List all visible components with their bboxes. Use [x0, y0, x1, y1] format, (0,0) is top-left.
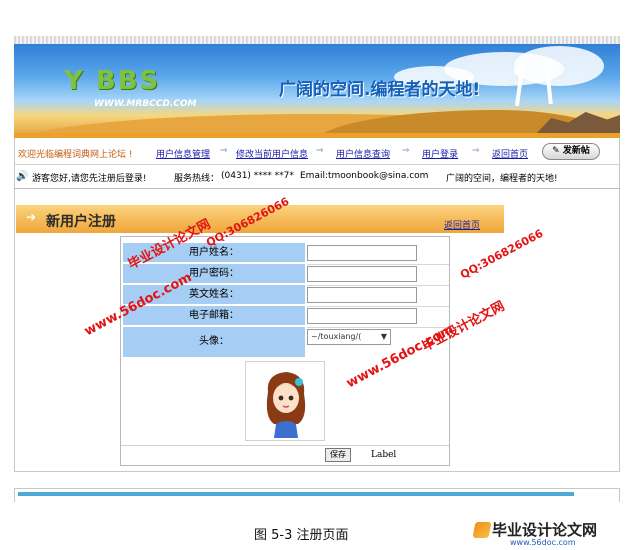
avatar-preview — [245, 361, 325, 441]
speaker-icon: 🔊 — [16, 171, 29, 182]
row-divider — [307, 285, 449, 286]
corner-site-url: www.56doc.com — [510, 538, 576, 547]
row-divider — [307, 264, 449, 265]
info-bar: 🔊 游客您好,请您先注册后登录! 服务热线： (0431) **** **7* … — [14, 168, 620, 184]
field-label-password: 用户密码： — [123, 264, 305, 283]
figure-caption: 图 5-3 注册页面 — [254, 528, 349, 543]
banner-underline — [14, 133, 620, 138]
person-figure — [514, 66, 524, 76]
contact-email: Email:tmoonbook@sina.com — [300, 171, 429, 181]
avatar-girl-icon — [266, 372, 306, 438]
button-row-divider — [121, 445, 449, 446]
username-input[interactable] — [307, 245, 417, 261]
top-nav: 欢迎光临编程词典网上论坛 ! 用户信息管理 ⇒ 修改当前用户信息 ⇒ 用户信息查… — [14, 142, 620, 162]
password-input[interactable] — [307, 266, 417, 282]
field-label-avatar: 头像： — [123, 327, 305, 357]
nav-separator-icon: ⇒ — [472, 146, 480, 156]
nav-separator-icon: ⇒ — [220, 146, 228, 156]
corner-site-name: 毕业设计论文网 — [492, 521, 598, 539]
nav-back-home[interactable]: 返回首页 — [492, 147, 528, 160]
row-divider — [307, 306, 449, 307]
bottom-bar — [18, 492, 574, 496]
cloud — [514, 46, 604, 86]
nav-separator-icon: ⇒ — [316, 146, 324, 156]
banner-slogan: 广阔的空间.编程者的天地! — [279, 80, 481, 100]
top-strip — [14, 36, 620, 44]
nav-user-info-manage[interactable]: 用户信息管理 — [156, 147, 210, 160]
site-logo[interactable]: Y BBS — [64, 66, 160, 96]
hotline-label: 服务热线： — [174, 174, 220, 184]
person-figure — [544, 60, 554, 70]
site-banner: Y BBS WWW.MRBCCD.COM 广阔的空间.编程者的天地! — [14, 44, 620, 136]
motto-text: 广阔的空间，编程者的天地! — [446, 174, 558, 184]
nav-user-login[interactable]: 用户登录 — [422, 147, 458, 160]
row-divider — [307, 327, 449, 328]
welcome-text: 欢迎光临编程词典网上论坛 ! — [18, 150, 133, 160]
save-button[interactable]: 保存 — [325, 448, 351, 462]
email-input[interactable] — [307, 308, 417, 324]
field-label-email: 电子邮箱： — [123, 306, 305, 325]
nav-edit-current-user[interactable]: 修改当前用户信息 — [236, 147, 308, 160]
pen-icon: ✎ — [552, 146, 560, 156]
divider — [14, 164, 620, 165]
post-new-thread-button[interactable]: ✎ 发新帖 — [542, 143, 600, 160]
post-button-label: 发新帖 — [562, 146, 590, 156]
site-logo-url: WWW.MRBCCD.COM — [94, 99, 197, 109]
status-label: Label — [371, 450, 397, 460]
avatar-select-value: ~/touxiang/( — [311, 332, 362, 341]
guest-notice: 游客您好,请您先注册后登录! — [32, 174, 147, 184]
nav-user-info-query[interactable]: 用户信息查询 — [336, 147, 390, 160]
arrow-icon: ➔ — [26, 210, 37, 224]
nav-separator-icon: ⇒ — [402, 146, 410, 156]
hotline-number: (0431) **** **7* — [221, 171, 294, 181]
corner-logo-icon — [472, 522, 492, 538]
avatar-select[interactable]: ~/touxiang/( ▼ — [307, 329, 391, 345]
back-home-link[interactable]: 返回首页 — [444, 218, 480, 231]
chevron-down-icon: ▼ — [380, 332, 387, 341]
english-name-input[interactable] — [307, 287, 417, 303]
register-title: 新用户注册 — [46, 214, 116, 230]
divider — [14, 188, 620, 189]
